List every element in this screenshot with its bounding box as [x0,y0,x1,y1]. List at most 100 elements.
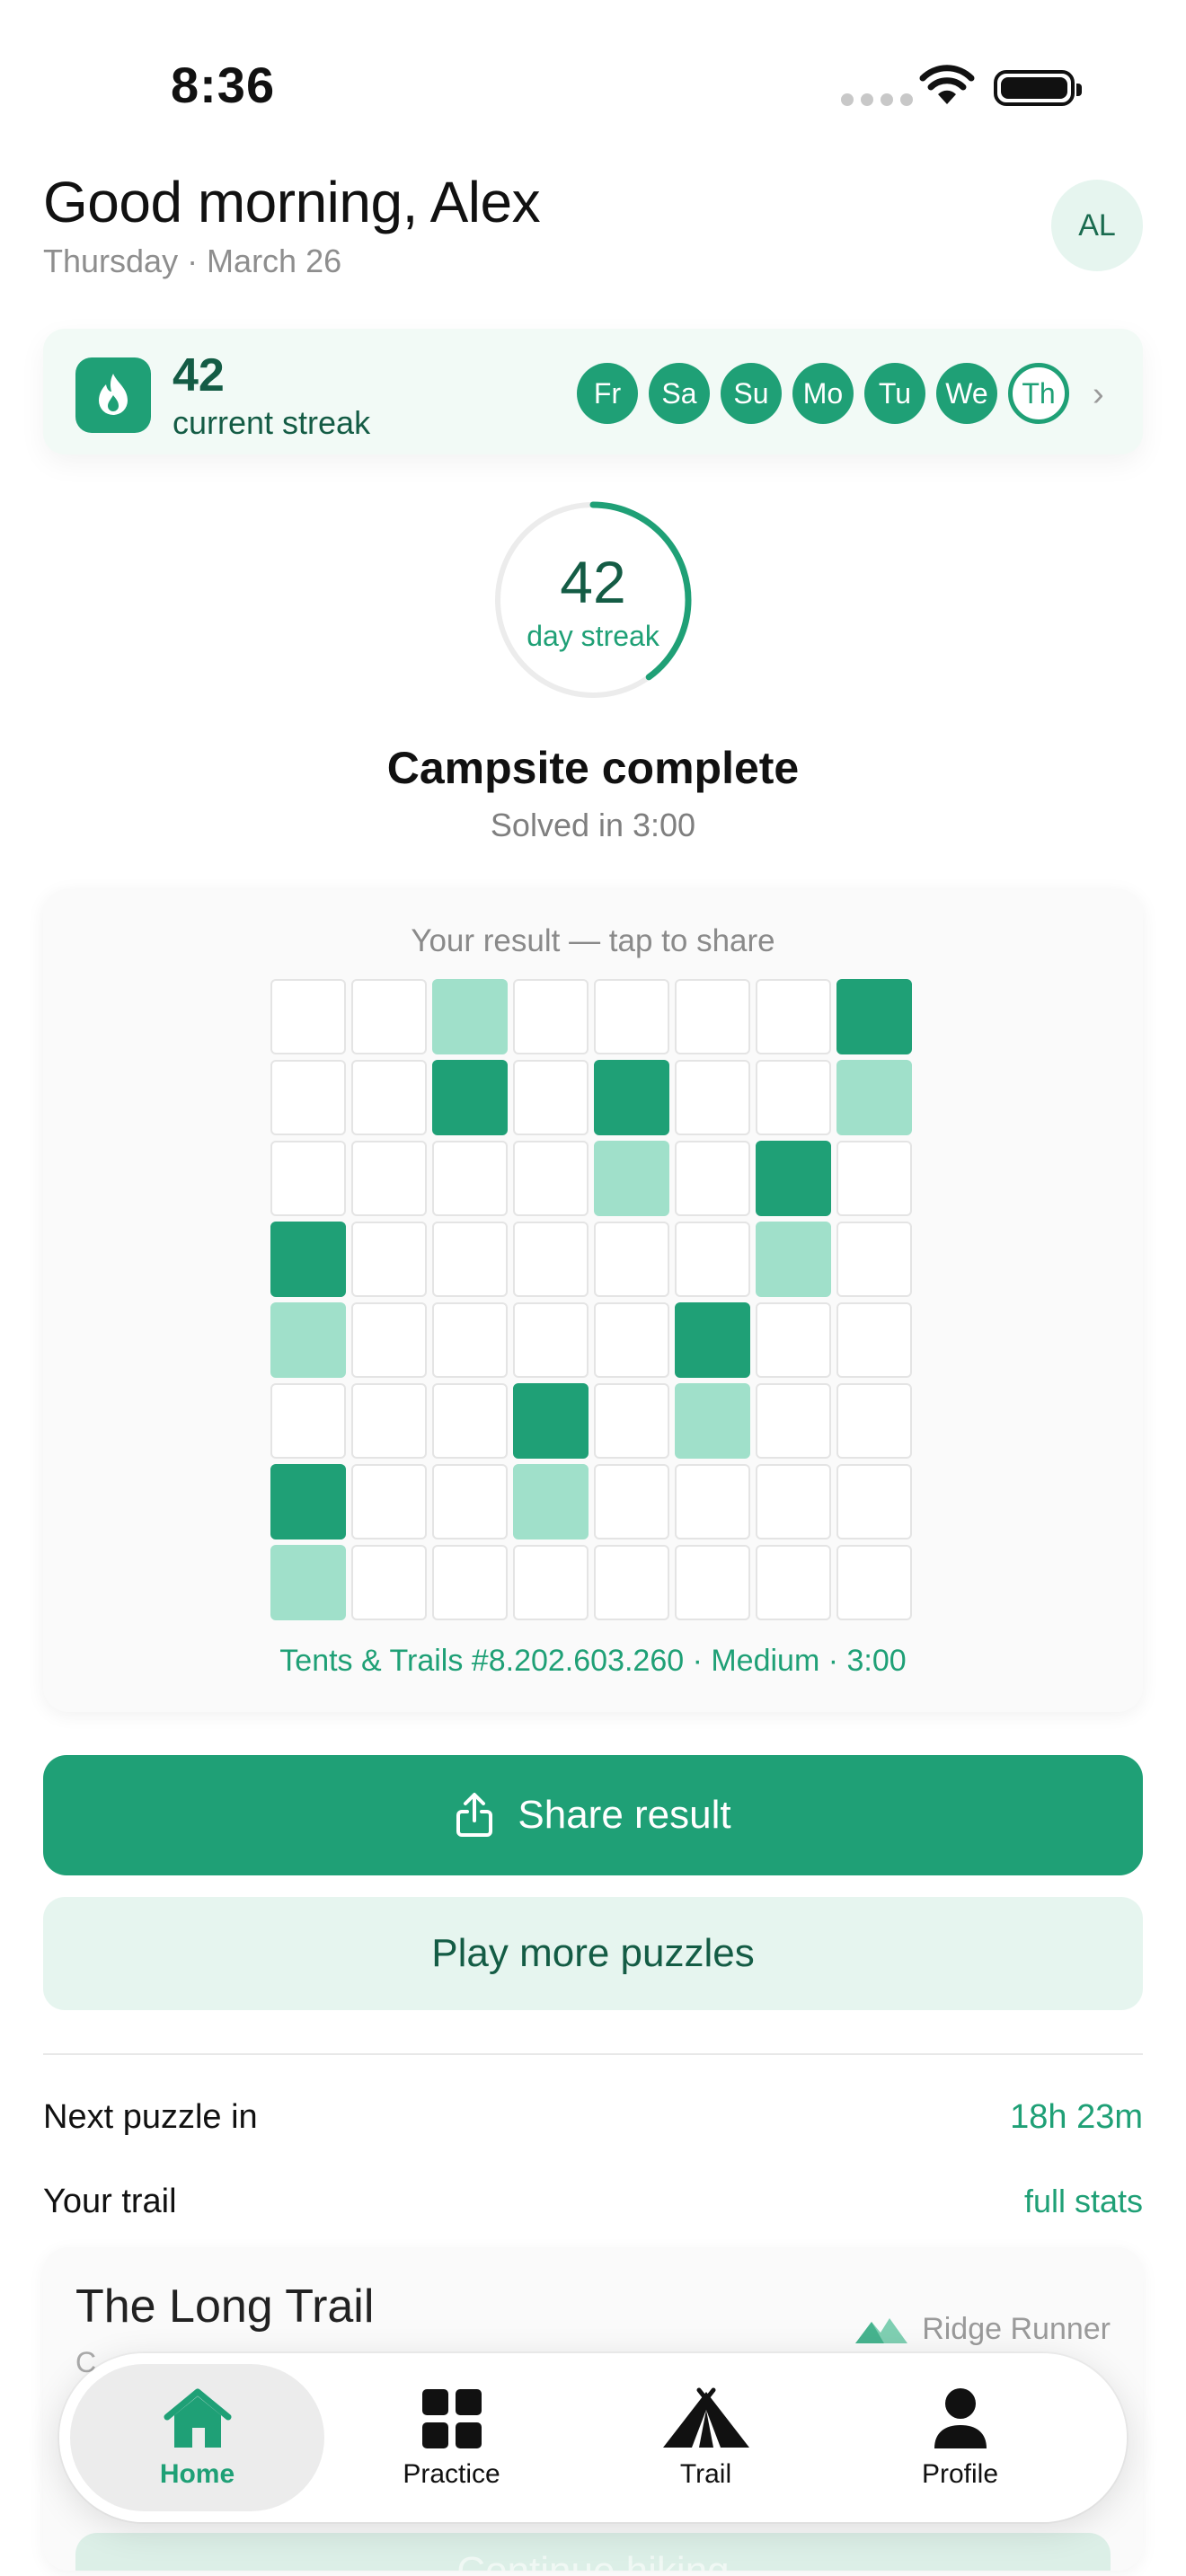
person-icon [933,2386,988,2452]
grid-cell-empty [675,1464,750,1539]
trail-rank-label: Ridge Runner [922,2312,1111,2346]
grid-cell-empty [594,979,669,1054]
grid-cell-tree [594,1141,669,1216]
tab-profile[interactable]: Profile [833,2364,1087,2511]
grid-cell-empty [594,1464,669,1539]
grid-cell-empty [432,1141,508,1216]
grid-cell-empty [513,979,589,1054]
grid-cell-empty [594,1545,669,1620]
result-caption: Your result — tap to share [411,923,775,958]
status-bar: 8:36 [0,0,1186,171]
wifi-icon [919,65,975,104]
grid-cell-empty [270,1060,346,1135]
grid-cell-empty [351,1545,427,1620]
grid-cell-empty [351,1383,427,1459]
day-badge-we: We [936,363,997,424]
grid-cell-empty [513,1060,589,1135]
status-time: 8:36 [171,57,276,113]
grid-cell-tent [675,1302,750,1378]
grid-cell-tent [432,1060,508,1135]
grid-cell-empty [836,1383,912,1459]
trail-rank: Ridge Runner [854,2312,1111,2347]
grid-cell-tree [836,1060,912,1135]
grid-cell-empty [432,1464,508,1539]
day-badge-su: Su [721,363,782,424]
grid-cell-tree [675,1383,750,1459]
streak-label: current streak [173,404,371,441]
grid-cell-tent [513,1383,589,1459]
battery-icon [994,70,1082,106]
grid-cell-empty [836,1545,912,1620]
flame-icon [75,357,151,433]
grid-cell-tree [270,1302,346,1378]
grid-cell-tent [594,1060,669,1135]
grid-cell-empty [351,1141,427,1216]
completion-title: Campsite complete [386,743,800,793]
grid-cell-empty [675,979,750,1054]
result-share-card[interactable]: Your result — tap to share Tents & Trail… [43,889,1143,1712]
tab-practice-label: Practice [403,2459,500,2489]
full-stats-link[interactable]: full stats [1024,2183,1143,2220]
cellular-signal-icon [841,93,913,106]
grid-cell-empty [836,1464,912,1539]
share-result-label: Share result [518,1793,731,1837]
section-divider [43,2053,1143,2055]
chevron-right-icon: › [1093,375,1104,413]
ring-streak-label: day streak [527,620,659,652]
grid-cell-empty [432,1302,508,1378]
share-result-button[interactable]: Share result [43,1755,1143,1875]
greeting-title: Good morning, Alex [43,170,541,234]
home-icon [162,2386,234,2452]
day-badge-tu: Tu [864,363,925,424]
share-icon [456,1793,493,1837]
grid-cell-empty [351,979,427,1054]
grid-cell-tent [836,979,912,1054]
tab-home[interactable]: Home [70,2364,324,2511]
grid-cell-empty [513,1302,589,1378]
grid-cell-empty [270,979,346,1054]
grid-icon [421,2386,482,2452]
continue-hiking-button[interactable]: Continue hiking [75,2533,1111,2571]
grid-cell-empty [351,1060,427,1135]
grid-cell-empty [675,1060,750,1135]
grid-cell-tree [513,1464,589,1539]
next-puzzle-label: Next puzzle in [43,2098,258,2136]
grid-cell-tent [270,1464,346,1539]
grid-cell-empty [351,1464,427,1539]
grid-cell-empty [594,1222,669,1297]
grid-cell-tree [432,979,508,1054]
grid-cell-empty [836,1302,912,1378]
grid-cell-empty [836,1141,912,1216]
day-badge-mo: Mo [792,363,854,424]
play-more-puzzles-button[interactable]: Play more puzzles [43,1897,1143,2010]
grid-cell-empty [432,1383,508,1459]
streak-card[interactable]: 42 current streak Fr Sa Su Mo Tu We Th › [43,329,1143,454]
grid-cell-empty [513,1141,589,1216]
grid-cell-empty [432,1545,508,1620]
result-grid [270,979,912,1620]
tab-practice[interactable]: Practice [324,2364,579,2511]
grid-cell-tent [756,1141,831,1216]
ring-streak-value: 42 [560,549,626,615]
grid-cell-empty [756,1302,831,1378]
profile-avatar[interactable]: AL [1051,180,1143,271]
grid-cell-empty [432,1222,508,1297]
weekday-streak-row: Fr Sa Su Mo Tu We Th [577,363,1069,424]
grid-cell-tree [270,1545,346,1620]
grid-cell-empty [351,1222,427,1297]
grid-cell-empty [756,1383,831,1459]
your-trail-heading: Your trail [43,2183,177,2220]
tab-trail[interactable]: Trail [579,2364,833,2511]
grid-cell-empty [675,1141,750,1216]
grid-cell-tent [270,1222,346,1297]
grid-cell-empty [594,1302,669,1378]
trail-title: The Long Trail [75,2280,375,2333]
grid-cell-empty [513,1222,589,1297]
tent-icon [659,2386,753,2452]
tab-bar: Home Practice Trail Profile [59,2353,1127,2522]
completion-subtitle: Solved in 3:00 [490,807,696,843]
grid-cell-empty [756,1545,831,1620]
tab-profile-label: Profile [921,2459,999,2489]
grid-cell-empty [675,1222,750,1297]
streak-count: 42 [173,349,225,401]
